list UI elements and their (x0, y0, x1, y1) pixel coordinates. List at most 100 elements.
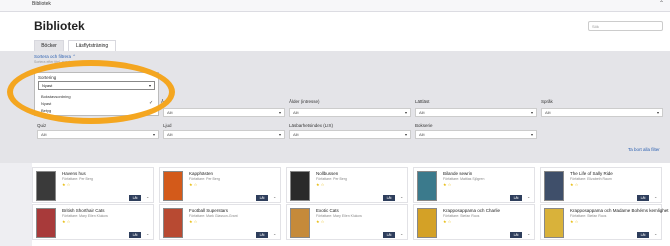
borrow-button[interactable]: Låt (383, 195, 395, 201)
book-title[interactable]: Havens hus (62, 171, 86, 176)
book-cover[interactable] (36, 171, 56, 201)
book-title[interactable]: Kapphästen (189, 171, 213, 176)
tab-reading-fluency[interactable]: Läsflytsträning (68, 40, 116, 51)
chevron-down-icon: ▾ (530, 110, 533, 115)
book-author: Författare: Mattias Sjögren (443, 177, 485, 181)
filter-label-series: Bokserie (415, 123, 433, 128)
book-card[interactable]: Krapposappama och Madame Bohéms kemlighe… (540, 204, 669, 240)
book-author: Författare: Stefan Roos (570, 214, 607, 218)
filter-select-language[interactable]: Allt ▾ (541, 108, 663, 117)
chevron-down-icon: ▾ (404, 110, 407, 115)
chevron-up-icon[interactable]: ⌃ (659, 0, 664, 7)
book-title[interactable]: Exotic Cats (316, 208, 339, 213)
borrow-button[interactable]: Låt (383, 232, 395, 238)
filter-select-quiz[interactable]: Allt ▾ (37, 130, 159, 139)
borrow-button[interactable]: Låt (129, 195, 141, 201)
book-title[interactable]: Nollbussen (316, 171, 338, 176)
book-card[interactable]: Football Superstars Författare: Mark Glas… (159, 204, 281, 240)
chevron-down-icon[interactable]: ⌄ (527, 194, 530, 199)
chevron-down-icon[interactable]: ⌄ (400, 194, 403, 199)
chevron-down-icon[interactable]: ⌄ (146, 231, 149, 236)
star-icon: ★ ☆ (443, 219, 452, 224)
book-author: Författare: Per Berg (62, 177, 93, 181)
book-card[interactable]: The Life of Sally Ride Författare: Elizab… (540, 167, 662, 203)
chevron-down-icon: ▾ (152, 132, 155, 137)
book-cover[interactable] (163, 171, 183, 201)
book-title[interactable]: Krapposappama och Madame Bohéms kemlighe… (570, 208, 669, 213)
borrow-button[interactable]: Låt (129, 232, 141, 238)
book-card[interactable]: Exotic Cats Författare: Mary Ellen Klukow… (286, 204, 408, 240)
star-icon: ★ ☆ (570, 182, 579, 187)
book-cover[interactable] (290, 208, 310, 238)
borrow-button[interactable]: Låt (637, 232, 649, 238)
filter-select-series[interactable]: Allt ▾ (415, 130, 537, 139)
star-icon: ★ ☆ (316, 182, 325, 187)
book-card[interactable]: Kapphästen Författare: Per Berg ★ ☆ Låt ⌄ (159, 167, 281, 203)
filter-label-easy-read: Lättläst (415, 99, 430, 104)
book-title[interactable]: Bilande sewrin (443, 171, 472, 176)
book-card[interactable]: Havens hus Författare: Per Berg ★ ☆ Låt ⌄ (32, 167, 154, 203)
book-title[interactable]: British Shorthair Cats (62, 208, 105, 213)
book-author: Författare: Per Berg (189, 177, 220, 181)
book-cover[interactable] (544, 208, 564, 238)
chevron-down-icon[interactable]: ⌄ (273, 194, 276, 199)
chevron-down-icon: ▾ (278, 110, 281, 115)
highlight-annotation (7, 60, 175, 124)
window-titlebar: Bibliotek ⌃ (0, 0, 670, 12)
star-icon: ★ ☆ (570, 219, 579, 224)
borrow-button[interactable]: Låt (510, 232, 522, 238)
book-author: Författare: Stefan Roos (443, 214, 480, 218)
book-cover[interactable] (417, 208, 437, 238)
star-icon: ★ ☆ (189, 219, 198, 224)
filter-select-a[interactable]: Allt ▾ (163, 108, 285, 117)
chevron-down-icon[interactable]: ⌄ (654, 194, 657, 199)
book-cover[interactable] (417, 171, 437, 201)
book-grid: Havens hus Författare: Per Berg ★ ☆ Låt ⌄ Kap… (32, 163, 670, 246)
book-author: Författare: Mary Ellen Klukow (62, 214, 108, 218)
window-title: Bibliotek (32, 1, 51, 7)
book-title[interactable]: Football Superstars (189, 208, 228, 213)
filter-select-easy-read[interactable]: Allt ▾ (415, 108, 537, 117)
star-icon: ★ ☆ (443, 182, 452, 187)
tab-books[interactable]: Böcker (34, 40, 64, 51)
book-card[interactable]: Nollbussen Författare: Per Berg ★ ☆ Låt ⌄ (286, 167, 408, 203)
tab-bar: Böcker Läsflytsträning (0, 39, 670, 51)
book-author: Författare: Per Berg (316, 177, 347, 181)
filter-select-age[interactable]: Allt ▾ (289, 108, 411, 117)
filter-label-quiz: Quiz (37, 123, 47, 128)
book-card[interactable]: British Shorthair Cats Författare: Mary E… (32, 204, 154, 240)
chevron-down-icon[interactable]: ⌄ (527, 231, 530, 236)
borrow-button[interactable]: Låt (256, 232, 268, 238)
chevron-down-icon[interactable]: ⌄ (273, 231, 276, 236)
borrow-button[interactable]: Låt (256, 195, 268, 201)
book-card[interactable]: Krapposappama och Charlie Författare: Ste… (413, 204, 535, 240)
borrow-button[interactable]: Låt (510, 195, 522, 201)
clear-filters-link[interactable]: Ta bort alla filter (628, 147, 660, 152)
book-cover[interactable] (163, 208, 183, 238)
chevron-down-icon[interactable]: ⌄ (654, 231, 657, 236)
book-cover[interactable] (290, 171, 310, 201)
page-title: Bibliotek (34, 19, 85, 33)
star-icon: ★ ☆ (62, 182, 71, 187)
star-icon: ★ ☆ (62, 219, 71, 224)
book-title[interactable]: The Life of Sally Ride (570, 171, 613, 176)
book-author: Författare: Elizabeth Raum (570, 177, 612, 181)
chevron-down-icon: ▾ (530, 132, 533, 137)
chevron-down-icon: ▾ (656, 110, 659, 115)
book-cover[interactable] (36, 208, 56, 238)
filter-select-lix[interactable]: Allt ▾ (289, 130, 411, 139)
page-header: Bibliotek Sök (0, 12, 670, 39)
book-cover[interactable] (544, 171, 564, 201)
book-author: Författare: Mark Glasson-Grant (189, 214, 238, 218)
book-title[interactable]: Krapposappama och Charlie (443, 208, 500, 213)
chevron-down-icon[interactable]: ⌄ (400, 231, 403, 236)
chevron-down-icon[interactable]: ⌄ (146, 194, 149, 199)
filter-label-lix: Läsbarhetsindex (LIX) (289, 123, 334, 128)
star-icon: ★ ☆ (316, 219, 325, 224)
filter-label-audio: Ljud (163, 123, 172, 128)
book-author: Författare: Mary Ellen Klukow (316, 214, 362, 218)
book-card[interactable]: Bilande sewrin Författare: Mattias Sjögre… (413, 167, 535, 203)
search-input[interactable]: Sök (588, 21, 663, 31)
borrow-button[interactable]: Låt (637, 195, 649, 201)
filter-select-audio[interactable]: Allt ▾ (163, 130, 285, 139)
